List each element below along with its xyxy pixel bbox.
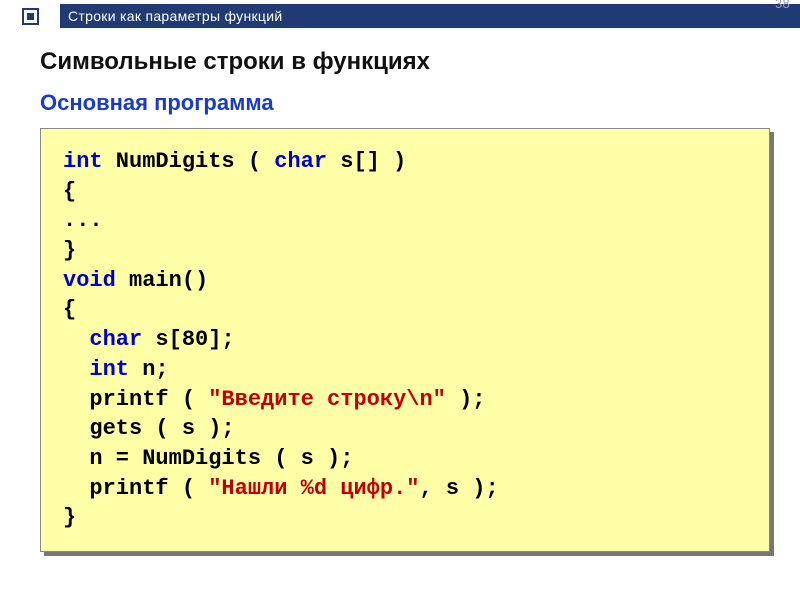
- keyword-int: int: [89, 357, 129, 382]
- code-text: s[] ): [327, 149, 406, 174]
- breadcrumb: Строки как параметры функций 38: [60, 4, 800, 28]
- code-text: );: [446, 387, 486, 412]
- keyword-char: char: [274, 149, 327, 174]
- keyword-void: void: [63, 268, 116, 293]
- code-text: {: [63, 297, 76, 322]
- keyword-int: int: [63, 149, 103, 174]
- string-literal: "Нашли %d цифр.": [208, 476, 419, 501]
- breadcrumb-text: Строки как параметры функций: [68, 8, 282, 24]
- code-text: NumDigits (: [103, 149, 275, 174]
- content-area: Символьные строки в функциях Основная пр…: [0, 32, 800, 572]
- code-text: n;: [129, 357, 169, 382]
- slide: Строки как параметры функций 38 Символьн…: [0, 0, 800, 600]
- code-text: , s );: [419, 476, 498, 501]
- code-text: n = NumDigits ( s );: [63, 446, 353, 471]
- subtitle: Основная программа: [40, 90, 770, 116]
- code-text: }: [63, 238, 76, 263]
- code-text: }: [63, 505, 76, 530]
- code-text: main(): [116, 268, 208, 293]
- square-fill-icon: [27, 13, 34, 20]
- code-text: ...: [63, 208, 103, 233]
- code-block: int NumDigits ( char s[] ) { ... } void …: [40, 128, 770, 552]
- page-title: Символьные строки в функциях: [40, 48, 770, 76]
- square-icon: [22, 8, 39, 25]
- string-literal: "Введите строку\n": [208, 387, 446, 412]
- page-number: 38: [775, 0, 790, 16]
- code-text: s[80];: [142, 327, 234, 352]
- keyword-char: char: [89, 327, 142, 352]
- bullet-icon: [0, 0, 60, 32]
- header-bar: Строки как параметры функций 38: [0, 0, 800, 32]
- code-text: {: [63, 179, 76, 204]
- code-text: printf (: [63, 476, 208, 501]
- code-text: printf (: [63, 387, 208, 412]
- code-text: gets ( s );: [63, 416, 235, 441]
